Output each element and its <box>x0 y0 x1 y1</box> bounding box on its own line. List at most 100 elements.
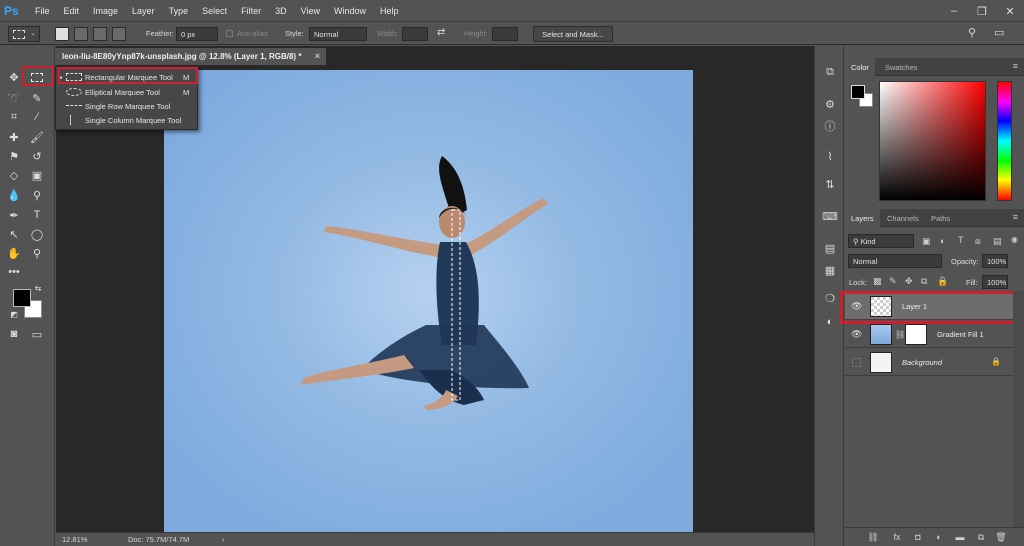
search-icon[interactable]: ⚲ <box>968 26 976 39</box>
color-panel-foreground-swatch[interactable] <box>851 85 865 99</box>
menu-window[interactable]: Window <box>327 6 373 16</box>
libraries-panel-icon[interactable]: ▤ <box>821 240 839 256</box>
fill-input[interactable]: 100% <box>982 275 1008 289</box>
filter-shape-icon[interactable]: ⧈ <box>975 236 981 247</box>
menu-select[interactable]: Select <box>195 6 234 16</box>
close-button[interactable]: ✕ <box>996 0 1024 22</box>
add-to-selection-icon[interactable] <box>74 27 88 41</box>
new-selection-icon[interactable] <box>55 27 69 41</box>
more-tools-icon[interactable]: ••• <box>4 263 24 281</box>
close-tab-icon[interactable]: × <box>315 51 320 61</box>
ellipse-tool-icon[interactable]: ◯ <box>27 225 47 243</box>
info-panel-icon[interactable]: ⓘ <box>821 118 839 134</box>
lock-pixels-icon[interactable]: ✎ <box>889 276 897 287</box>
menu-filter[interactable]: Filter <box>234 6 268 16</box>
style-select[interactable]: Normal <box>309 27 367 41</box>
layer-style-icon[interactable]: fx <box>891 531 903 543</box>
filter-type-icon[interactable]: T <box>958 235 964 245</box>
menu-file[interactable]: File <box>28 6 57 16</box>
menu-edit[interactable]: Edit <box>57 6 87 16</box>
history-panel-icon[interactable]: ⧉ <box>821 64 839 80</box>
workspace-icon[interactable]: ▭ <box>994 26 1004 39</box>
crop-tool-icon[interactable]: ⌗ <box>4 108 24 126</box>
eyedropper-tool-icon[interactable]: ⁄ <box>27 108 47 126</box>
panel-menu-icon[interactable]: ≡ <box>1013 61 1018 71</box>
pen-tool-icon[interactable]: ✒ <box>4 206 24 224</box>
path-selection-tool-icon[interactable]: ↖ <box>4 225 24 243</box>
layer-row-background[interactable]: Background 🔒 <box>845 349 1013 376</box>
flyout-item-elliptical-marquee[interactable]: Elliptical Marquee Tool M <box>56 85 197 99</box>
quick-selection-tool-icon[interactable]: ✎ <box>27 89 47 107</box>
new-layer-icon[interactable]: ⧉ <box>975 531 987 543</box>
menu-type[interactable]: Type <box>162 6 196 16</box>
filter-adjustment-icon[interactable]: ◐ <box>940 236 945 246</box>
width-input[interactable] <box>402 27 428 41</box>
select-and-mask-button[interactable]: Select and Mask... <box>533 26 613 42</box>
delete-layer-icon[interactable]: 🗑 <box>995 531 1007 543</box>
layer-row-gradient-fill-1[interactable]: 👁 ⛓ Gradient Fill 1 <box>845 321 1013 348</box>
screen-mode-icon[interactable]: ▭ <box>27 325 47 343</box>
menu-layer[interactable]: Layer <box>125 6 162 16</box>
tab-swatches[interactable]: Swatches <box>879 58 924 76</box>
creative-cloud-icon[interactable]: ❍ <box>821 290 839 306</box>
foreground-color-swatch[interactable] <box>13 289 31 307</box>
document-tab[interactable]: leon-liu-8E80yYnp87k-unsplash.jpg @ 12.8… <box>56 48 326 66</box>
restore-button[interactable]: ❐ <box>968 0 996 22</box>
notes-panel-icon[interactable]: ▦ <box>821 262 839 278</box>
eraser-tool-icon[interactable]: ◇ <box>4 166 24 184</box>
subtract-from-selection-icon[interactable] <box>93 27 107 41</box>
document-canvas[interactable] <box>164 70 693 532</box>
tool-preset-picker[interactable]: ⌄ <box>8 26 40 42</box>
quick-mask-icon[interactable]: ◙ <box>4 325 24 343</box>
zoom-level[interactable]: 12.81% <box>62 535 87 544</box>
lock-artboard-icon[interactable]: ⧉ <box>921 276 927 287</box>
type-tool-icon[interactable]: T <box>27 206 47 224</box>
history-brush-tool-icon[interactable]: ↺ <box>27 147 47 165</box>
swap-colors-icon[interactable]: ⇆ <box>33 283 43 293</box>
lasso-tool-icon[interactable]: ➰ <box>4 89 24 107</box>
opacity-input[interactable]: 100% <box>982 254 1008 268</box>
clone-stamp-tool-icon[interactable]: ⚑ <box>4 147 24 165</box>
tab-paths[interactable]: Paths <box>925 209 956 227</box>
spot-healing-tool-icon[interactable]: ✚ <box>4 128 24 146</box>
zoom-tool-icon[interactable]: ⚲ <box>27 244 47 262</box>
gradient-tool-icon[interactable]: ▣ <box>27 166 47 184</box>
panel-menu-icon[interactable]: ≡ <box>1013 212 1018 222</box>
swap-icon[interactable]: ⇄ <box>437 27 445 38</box>
status-menu-arrow-icon[interactable]: › <box>222 535 225 544</box>
lock-all-icon[interactable]: 🔒 <box>937 276 948 287</box>
feather-input[interactable]: 0 px <box>176 27 218 41</box>
add-mask-icon[interactable]: ◘ <box>912 531 924 543</box>
filter-toggle-icon[interactable]: ◉ <box>1011 235 1018 244</box>
paragraph-panel-icon[interactable]: ⌇ <box>821 148 839 164</box>
eye-icon[interactable]: 👁 <box>851 329 863 339</box>
flyout-item-single-column-marquee[interactable]: Single Column Marquee Tool <box>56 113 197 127</box>
menu-3d[interactable]: 3D <box>268 6 294 16</box>
height-input[interactable] <box>492 27 518 41</box>
adjustments-panel-icon[interactable]: ⇅ <box>821 176 839 192</box>
brush-tool-icon[interactable]: 🖌 <box>27 128 47 146</box>
blur-tool-icon[interactable]: 💧 <box>4 186 24 204</box>
filter-smart-object-icon[interactable]: ▤ <box>993 236 1002 247</box>
tab-layers[interactable]: Layers <box>845 209 880 227</box>
anti-alias-checkbox[interactable] <box>226 30 233 37</box>
move-tool-icon[interactable]: ✥ <box>4 68 24 86</box>
default-colors-icon[interactable]: ◩ <box>9 309 19 319</box>
lock-position-icon[interactable]: ✥ <box>905 276 913 287</box>
properties-panel-icon[interactable]: ⚙ <box>821 96 839 112</box>
intersect-selection-icon[interactable] <box>112 27 126 41</box>
layer-filter-kind-select[interactable]: ⚲ Kind <box>848 234 914 248</box>
blend-mode-select[interactable]: Normal <box>848 254 942 268</box>
menu-view[interactable]: View <box>294 6 327 16</box>
visibility-toggle-off[interactable] <box>852 358 861 367</box>
layers-scrollbar[interactable] <box>1013 291 1024 527</box>
styles-panel-icon[interactable]: ◐ <box>821 314 839 330</box>
new-adjustment-layer-icon[interactable]: ◐ <box>933 531 945 543</box>
lock-transparency-icon[interactable]: ▩ <box>873 276 882 287</box>
link-layers-icon[interactable]: ⛓ <box>867 531 879 543</box>
menu-image[interactable]: Image <box>86 6 125 16</box>
dodge-tool-icon[interactable]: ⚲ <box>27 186 47 204</box>
filter-pixel-icon[interactable]: ▣ <box>922 236 931 247</box>
color-picker-field[interactable] <box>879 81 986 201</box>
tab-channels[interactable]: Channels <box>881 209 925 227</box>
